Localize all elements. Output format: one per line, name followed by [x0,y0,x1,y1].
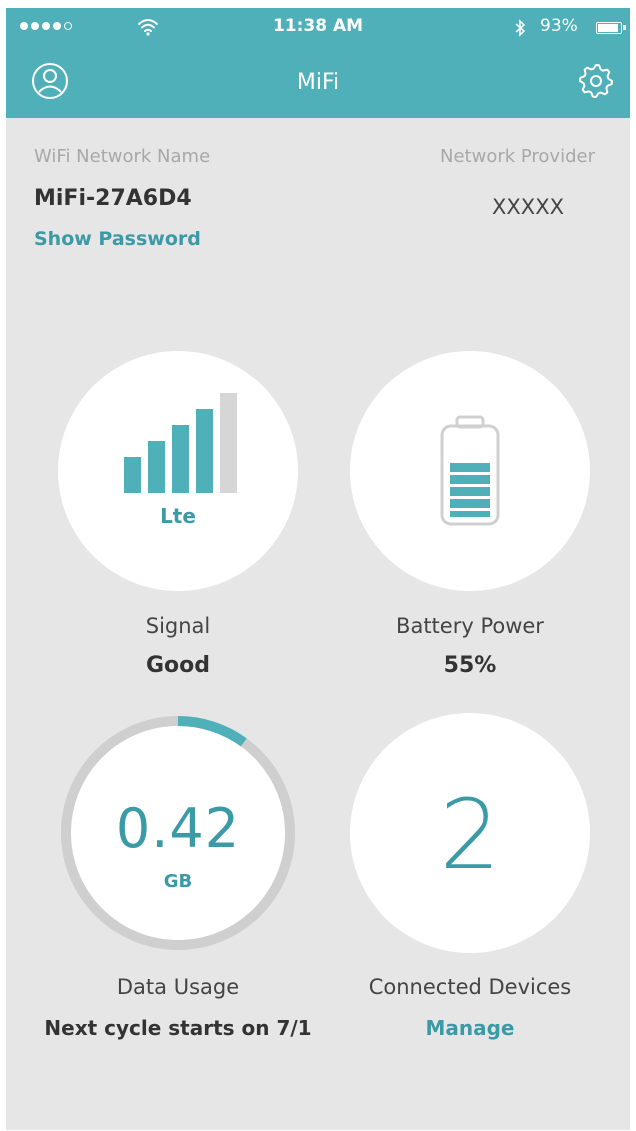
network-provider-label: Network Provider [440,146,595,167]
connected-devices-count: 2 [439,779,501,891]
status-battery-percent: 93% [540,16,578,36]
battery-level-icon [440,415,500,526]
data-usage-tile[interactable]: 0.42 GB [58,713,298,953]
network-provider-value: XXXXX [492,195,564,219]
show-password-link[interactable]: Show Password [34,228,201,250]
page-title: MiFi [296,70,340,95]
battery-icon [596,22,626,34]
battery-label: Battery Power [396,614,544,638]
wifi-network-name: MiFi-27A6D4 [34,186,192,211]
status-time: 11:38 AM [272,16,364,36]
battery-value: 55% [443,653,497,678]
data-usage-label: Data Usage [116,975,240,999]
data-usage-unit: GB [163,871,193,892]
manage-devices-link[interactable]: Manage [320,1016,620,1040]
app-screen: 11:38 AM 93% MiFi WiFi Network Name MiFi… [6,8,630,1130]
signal-bar [196,409,213,493]
signal-bar [124,457,141,493]
signal-label: Signal [145,614,211,638]
data-cycle-text: Next cycle starts on 7/1 [44,1016,312,1040]
signal-bar [172,425,189,493]
signal-tile[interactable]: Lte [58,351,298,591]
battery-tile[interactable] [350,351,590,591]
connected-devices-tile[interactable]: 2 [350,713,590,953]
signal-bars-icon [124,393,237,493]
signal-technology: Lte [160,504,196,528]
signal-bar [148,441,165,493]
signal-value: Good [145,653,211,678]
connected-devices-label: Connected Devices [368,975,572,999]
header-bar: 11:38 AM 93% MiFi [6,8,630,118]
gear-icon [579,64,613,98]
data-usage-amount: 0.42 [115,797,241,860]
bluetooth-icon [515,19,526,37]
signal-bar [220,393,237,493]
wifi-network-label: WiFi Network Name [34,146,211,167]
settings-button[interactable] [576,61,616,101]
